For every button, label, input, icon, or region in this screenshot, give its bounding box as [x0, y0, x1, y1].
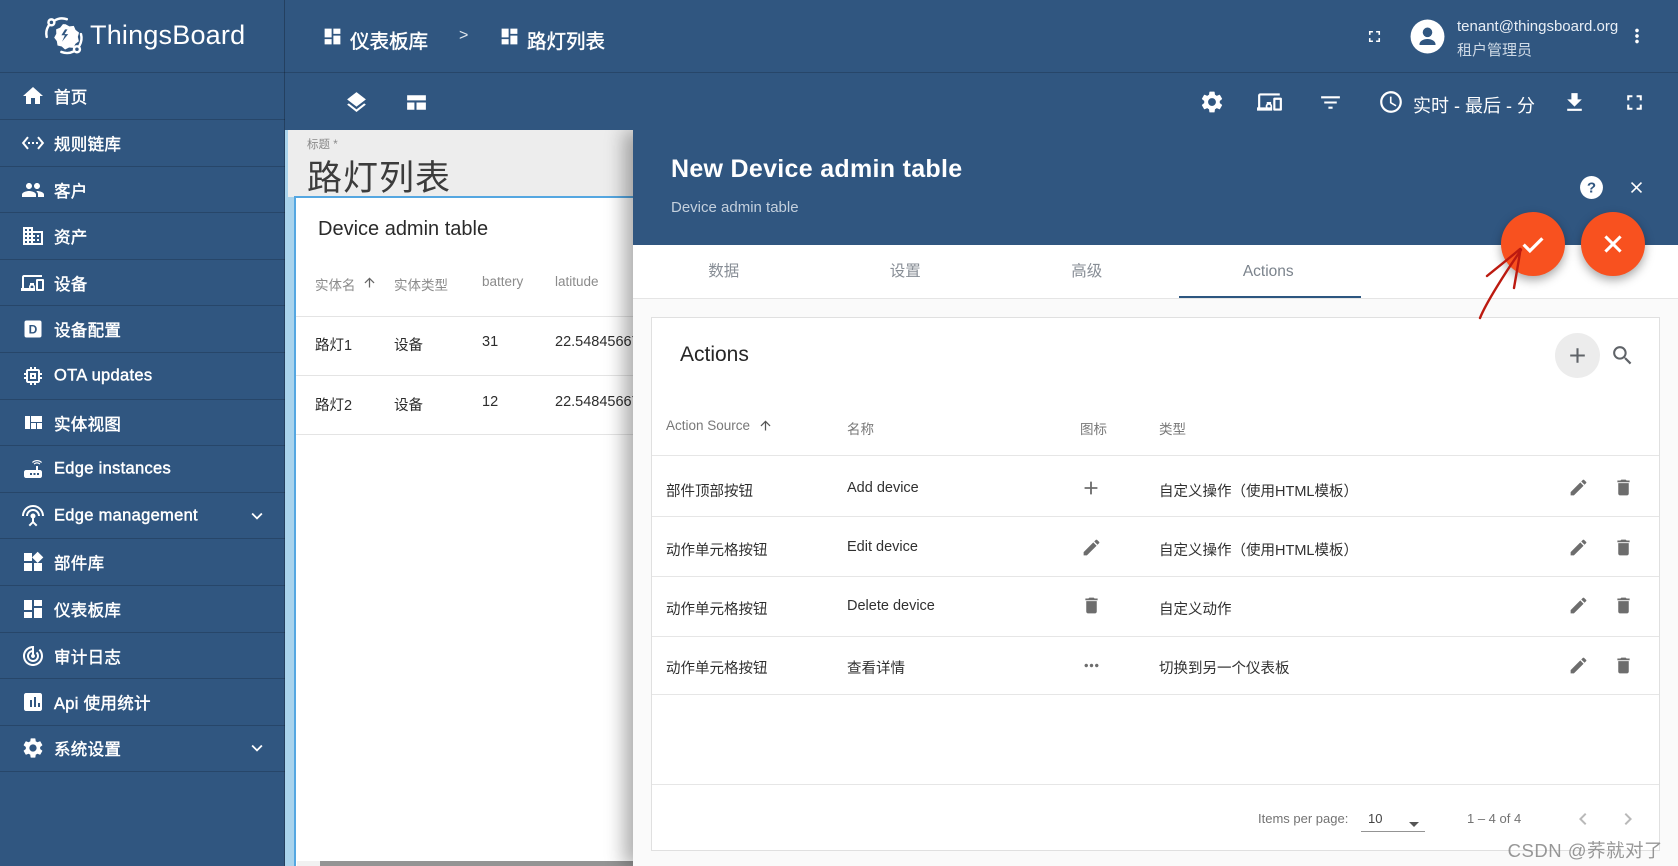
svg-text:D: D	[29, 323, 38, 337]
svg-text:?: ?	[1587, 180, 1596, 197]
